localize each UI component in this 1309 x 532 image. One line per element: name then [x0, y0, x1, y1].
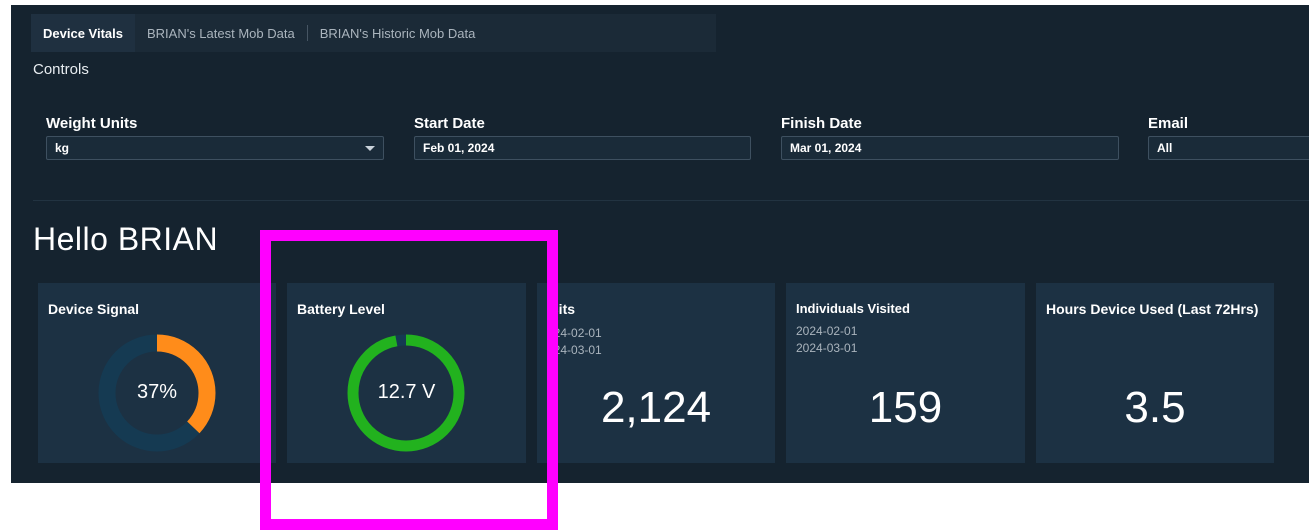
- email-select[interactable]: All: [1148, 136, 1309, 160]
- tab-bar: Device Vitals BRIAN's Latest Mob Data BR…: [31, 14, 716, 52]
- tab-latest-mob-data[interactable]: BRIAN's Latest Mob Data: [135, 14, 307, 52]
- start-date-field[interactable]: Feb 01, 2024: [414, 136, 751, 160]
- email-label: Email: [1148, 115, 1189, 132]
- visits-date-from: 024-02-01: [547, 326, 602, 340]
- visits-title: isits: [547, 301, 576, 317]
- dashboard: Device Vitals BRIAN's Latest Mob Data BR…: [11, 5, 1309, 483]
- individuals-visited-date-range: 2024-02-01 2024-03-01: [796, 323, 857, 357]
- finish-date-control: Finish Date Mar 01, 2024: [781, 115, 1119, 160]
- tab-historic-mob-data[interactable]: BRIAN's Historic Mob Data: [308, 14, 488, 52]
- hours-used-title: Hours Device Used (Last 72Hrs): [1046, 301, 1259, 317]
- controls-heading: Controls: [33, 61, 89, 78]
- visits-card: isits 024-02-01 024-03-01 2,124: [537, 283, 775, 463]
- email-value: All: [1157, 141, 1173, 155]
- email-control: Email All: [1148, 115, 1309, 160]
- finish-date-value: Mar 01, 2024: [790, 141, 862, 155]
- weight-units-select[interactable]: kg: [46, 136, 384, 160]
- section-divider: [33, 200, 1309, 201]
- page-title: Hello BRIAN: [33, 221, 219, 257]
- finish-date-field[interactable]: Mar 01, 2024: [781, 136, 1119, 160]
- weight-units-control: Weight Units kg: [46, 115, 384, 160]
- individuals-visited-title: Individuals Visited: [796, 301, 910, 316]
- visits-value: 2,124: [600, 383, 712, 432]
- tab-device-vitals[interactable]: Device Vitals: [31, 14, 135, 52]
- start-date-label: Start Date: [414, 115, 485, 132]
- finish-date-label: Finish Date: [781, 115, 862, 132]
- hours-used-value: 3.5: [1124, 383, 1186, 432]
- weight-units-label: Weight Units: [46, 115, 138, 132]
- weight-units-value: kg: [55, 141, 70, 155]
- chevron-down-icon: [365, 145, 375, 151]
- individuals-visited-value: 159: [868, 383, 943, 432]
- visits-date-range: 024-02-01 024-03-01: [547, 325, 602, 359]
- device-signal-title: Device Signal: [48, 301, 140, 317]
- individuals-visited-card: Individuals Visited 2024-02-01 2024-03-0…: [786, 283, 1025, 463]
- battery-level-value: 12.7 V: [377, 381, 436, 403]
- individuals-visited-date-to: 2024-03-01: [796, 341, 858, 355]
- individuals-visited-date-from: 2024-02-01: [796, 324, 858, 338]
- device-signal-card: Device Signal 37%: [38, 283, 276, 463]
- battery-level-card: Battery Level 12.7 V: [287, 283, 526, 463]
- start-date-control: Start Date Feb 01, 2024: [414, 115, 751, 160]
- battery-level-title: Battery Level: [297, 301, 385, 317]
- hours-used-card: Hours Device Used (Last 72Hrs) 3.5: [1036, 283, 1274, 463]
- start-date-value: Feb 01, 2024: [423, 141, 495, 155]
- visits-date-to: 024-03-01: [547, 343, 602, 357]
- device-signal-value: 37%: [136, 381, 178, 403]
